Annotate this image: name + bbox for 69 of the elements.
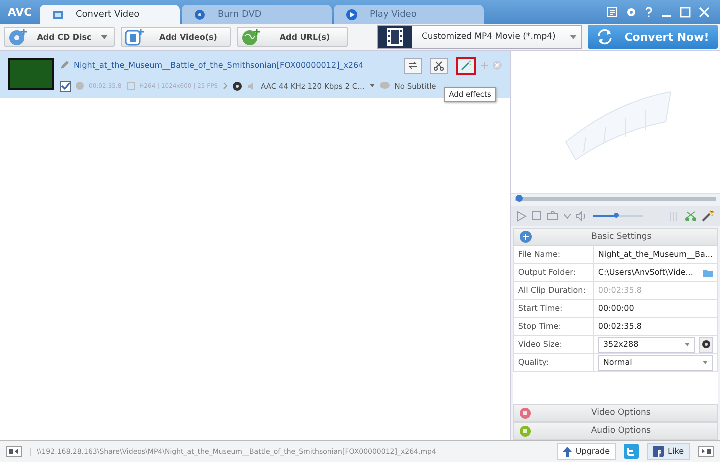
caret-icon[interactable] [370,84,375,88]
section-header[interactable]: Video Options [513,404,718,422]
setting-label: Video Size: [514,336,594,354]
film-icon [126,82,135,90]
setting-value: 00:02:35.8 [598,286,642,295]
setting-label: All Clip Duration: [514,282,594,300]
f-letter-icon [653,446,664,457]
add-button[interactable]: Add CD Disc [4,27,115,47]
scissors-icon[interactable] [430,58,448,74]
speaker-icon [247,82,256,90]
magic-wand-icon[interactable] [702,210,714,222]
setting-label: Start Time: [514,300,594,318]
setting-value: 00:02:35.8 [598,322,642,331]
panel-toggle-icon[interactable] [698,446,714,457]
setting-value: 00:00:00 [598,304,634,313]
like-button[interactable]: Like [647,443,690,460]
speech-bubble-icon [380,82,390,90]
magic-wand-icon[interactable] [456,56,476,74]
chevron-icon[interactable] [223,82,228,90]
gear-icon[interactable] [233,82,242,90]
volume-thumb[interactable] [614,213,619,218]
upgrade-button[interactable]: Upgrade [556,443,616,460]
seek-thumb[interactable] [516,195,524,202]
disc-icon [194,8,206,20]
section-header[interactable]: Audio Options [513,422,718,440]
setting-label: Output Folder: [514,264,594,282]
tab[interactable]: Convert Video [40,5,180,24]
caret-icon [101,34,108,40]
convert-icon[interactable] [404,58,422,74]
setting-dropdown[interactable]: 352x288 [598,336,695,352]
camera-icon[interactable] [547,211,560,221]
setting-label: Quality: [514,354,594,372]
folder-icon[interactable] [703,268,713,276]
caret-icon[interactable] [564,214,572,218]
settings-button[interactable] [699,336,713,352]
settings-icon[interactable] [626,6,637,18]
help-icon[interactable] [645,6,653,18]
film-add-icon [125,28,145,46]
caret-icon [685,342,690,346]
video-thumbnail [8,58,54,90]
maximize-icon[interactable] [680,6,691,18]
setting-label: Stop Time: [514,318,594,336]
app-logo: AVC [6,6,34,18]
stop-icon[interactable] [532,211,542,221]
caret-icon [703,360,708,364]
play-icon[interactable] [517,210,528,222]
globe-add-icon [241,28,261,46]
add-button[interactable]: Add Video(s) [121,27,231,47]
setting-label: File Name: [514,246,594,264]
add-button[interactable]: Add URL(s) [237,27,348,47]
play-icon [346,8,358,20]
caret-icon [570,34,577,40]
panel-toggle-icon[interactable] [6,446,22,457]
film-icon [52,8,64,20]
disc-add-icon [8,28,28,46]
close-icon[interactable] [699,6,710,18]
setting-dropdown[interactable]: Normal [598,354,713,370]
gear-icon[interactable] [702,340,710,349]
setting-value: Night_at_the_Museum__Ba... [598,250,713,259]
basic-settings-header[interactable]: Basic Settings [513,228,718,246]
checkbox[interactable] [60,80,71,92]
file-title: Night_at_the_Museum__Battle_of_the_Smithsonian[FOX00000012]_x264 [74,61,364,70]
refresh-icon [596,28,614,46]
bird-icon[interactable] [624,444,640,459]
speaker-icon[interactable] [576,210,588,222]
setting-value: C:\Users\AnvSoft\Vide... [598,268,694,277]
pencil-icon[interactable] [60,61,69,70]
up-arrow-icon [562,446,572,456]
list-icon[interactable] [607,6,618,18]
